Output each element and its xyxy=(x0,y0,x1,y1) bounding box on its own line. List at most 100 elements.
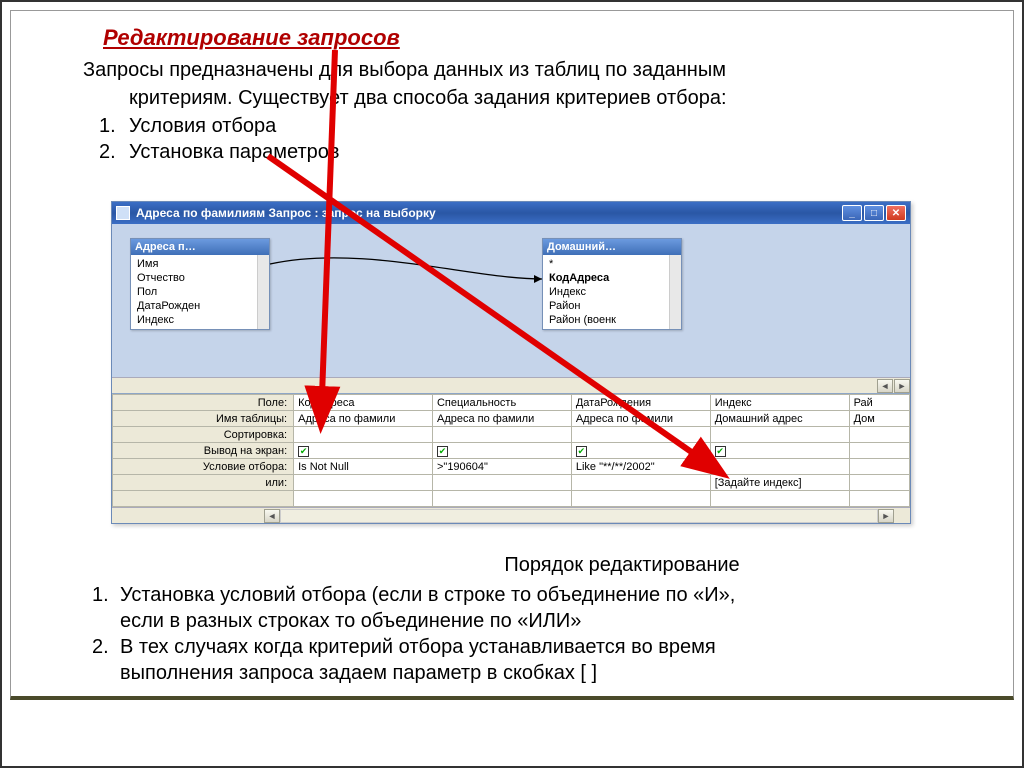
row-show: Вывод на экран: ✔ ✔ ✔ ✔ xyxy=(113,443,910,459)
grid-cell[interactable] xyxy=(710,427,849,443)
window-title: Адреса по фамилиям Запрос : запрос на вы… xyxy=(136,206,436,220)
row-field: Поле: КодАдреса Специальность ДатаРожден… xyxy=(113,395,910,411)
grid-cell[interactable] xyxy=(432,427,571,443)
grid-cell[interactable] xyxy=(710,459,849,475)
grid-cell-show[interactable]: ✔ xyxy=(710,443,849,459)
footer-item2a: В тех случаях когда критерий отбора уста… xyxy=(120,634,716,660)
checkbox-icon[interactable]: ✔ xyxy=(715,446,726,457)
grid-cell[interactable] xyxy=(849,459,909,475)
row-empty xyxy=(113,491,910,507)
grid-cell[interactable]: Is Not Null xyxy=(294,459,433,475)
window-titlebar[interactable]: Адреса по фамилиям Запрос : запрос на вы… xyxy=(112,202,910,224)
minimize-button[interactable]: _ xyxy=(842,205,862,221)
scroll-left-icon[interactable]: ◄ xyxy=(264,509,280,523)
grid-cell[interactable] xyxy=(294,475,433,491)
footer-item1a: Установка условий отбора (если в строке … xyxy=(120,582,735,608)
scrollbar[interactable] xyxy=(257,255,269,329)
grid-cell[interactable]: Дом xyxy=(849,411,909,427)
table-left-caption: Адреса п… xyxy=(135,241,196,253)
field-item[interactable]: Район (военк xyxy=(543,313,669,327)
field-item[interactable]: КодАдреса xyxy=(543,271,669,285)
checkbox-icon[interactable]: ✔ xyxy=(298,446,309,457)
grid-cell[interactable]: >"190604" xyxy=(432,459,571,475)
row-or: или: [Задайте индекс] xyxy=(113,475,910,491)
grid-cell[interactable] xyxy=(294,491,433,507)
grid-cell[interactable] xyxy=(432,475,571,491)
scroll-track[interactable] xyxy=(280,509,878,523)
grid-cell[interactable] xyxy=(849,427,909,443)
grid-cell[interactable]: [Задайте индекс] xyxy=(710,475,849,491)
grid-label-sort: Сортировка: xyxy=(113,427,294,443)
num-2: 2. xyxy=(99,139,119,165)
footer-item1: 1. Установка условий отбора (если в стро… xyxy=(62,582,982,608)
table-box-right[interactable]: Домашний… * КодАдреса Индекс Район Район… xyxy=(542,238,682,330)
grid-label-field: Поле: xyxy=(113,395,294,411)
intro-text: Запросы предназначены для выбора данных … xyxy=(11,57,1013,165)
window-icon xyxy=(116,206,130,220)
grid-cell[interactable]: Специальность xyxy=(432,395,571,411)
footer-subtitle: Порядок редактирование xyxy=(62,552,982,578)
intro-item2: 2. Установка параметров xyxy=(83,139,973,165)
grid-cell[interactable] xyxy=(571,427,710,443)
intro-item1: 1. Условия отбора xyxy=(83,113,973,139)
row-criteria: Условие отбора: Is Not Null >"190604" Li… xyxy=(113,459,910,475)
grid-cell[interactable] xyxy=(571,491,710,507)
grid-cell[interactable]: Индекс xyxy=(710,395,849,411)
field-item[interactable]: Отчество xyxy=(131,271,257,285)
intro-p2: критериям. Существует два способа задани… xyxy=(83,85,973,111)
grid-cell-show[interactable]: ✔ xyxy=(571,443,710,459)
field-item[interactable]: * xyxy=(543,257,669,271)
grid-cell-show[interactable]: ✔ xyxy=(294,443,433,459)
grid-label-empty xyxy=(113,491,294,507)
query-designer-top: Адреса п… Имя Отчество Пол ДатаРожден Ин… xyxy=(112,224,910,394)
grid-cell[interactable]: Адреса по фамили xyxy=(571,411,710,427)
scroll-right-icon[interactable]: ► xyxy=(894,379,910,393)
grid-cell[interactable] xyxy=(849,491,909,507)
field-item[interactable]: ДатаРожден xyxy=(131,299,257,313)
bottom-hscroll[interactable]: ◄ ► xyxy=(112,507,910,523)
footer-item2b: выполнения запроса задаем параметр в ско… xyxy=(62,660,982,686)
grid-cell[interactable]: КодАдреса xyxy=(294,395,433,411)
num-2: 2. xyxy=(92,634,120,660)
table-left-fields[interactable]: Имя Отчество Пол ДатаРожден Индекс xyxy=(131,255,257,329)
grid-cell-show[interactable]: ✔ xyxy=(432,443,571,459)
grid-label-show: Вывод на экран: xyxy=(113,443,294,459)
table-box-left-title[interactable]: Адреса п… xyxy=(131,239,269,255)
field-item[interactable]: Район xyxy=(543,299,669,313)
grid-cell[interactable] xyxy=(710,491,849,507)
row-table: Имя таблицы: Адреса по фамили Адреса по … xyxy=(113,411,910,427)
grid-cell[interactable]: Адреса по фамили xyxy=(432,411,571,427)
scroll-left-icon[interactable]: ◄ xyxy=(877,379,893,393)
field-item[interactable]: Пол xyxy=(131,285,257,299)
grid-label-table: Имя таблицы: xyxy=(113,411,294,427)
slide-heading: Редактирование запросов xyxy=(11,11,1013,57)
field-item[interactable]: Индекс xyxy=(543,285,669,299)
grid-cell[interactable] xyxy=(849,475,909,491)
checkbox-icon[interactable]: ✔ xyxy=(576,446,587,457)
grid-cell[interactable] xyxy=(294,427,433,443)
close-button[interactable]: ✕ xyxy=(886,205,906,221)
table-right-caption: Домашний… xyxy=(547,241,616,253)
query-window-screenshot: Адреса по фамилиям Запрос : запрос на вы… xyxy=(111,201,911,524)
scrollbar[interactable] xyxy=(669,255,681,329)
grid-label-or: или: xyxy=(113,475,294,491)
query-grid[interactable]: Поле: КодАдреса Специальность ДатаРожден… xyxy=(112,394,910,523)
field-item[interactable]: Имя xyxy=(131,257,257,271)
intro-item1-text: Условия отбора xyxy=(129,113,276,139)
grid-cell[interactable]: Like "**/**/2002" xyxy=(571,459,710,475)
grid-cell[interactable]: Рай xyxy=(849,395,909,411)
checkbox-icon[interactable]: ✔ xyxy=(437,446,448,457)
grid-cell[interactable]: ДатаРождения xyxy=(571,395,710,411)
table-right-fields[interactable]: * КодАдреса Индекс Район Район (военк xyxy=(543,255,669,329)
table-box-left[interactable]: Адреса п… Имя Отчество Пол ДатаРожден Ин… xyxy=(130,238,270,330)
table-box-right-title[interactable]: Домашний… xyxy=(543,239,681,255)
grid-cell[interactable] xyxy=(571,475,710,491)
field-item[interactable]: Индекс xyxy=(131,313,257,327)
top-hscroll[interactable]: ◄ ► xyxy=(112,377,910,393)
grid-cell-show[interactable] xyxy=(849,443,909,459)
maximize-button[interactable]: □ xyxy=(864,205,884,221)
grid-cell[interactable]: Домашний адрес xyxy=(710,411,849,427)
grid-cell[interactable] xyxy=(432,491,571,507)
grid-cell[interactable]: Адреса по фамили xyxy=(294,411,433,427)
scroll-right-icon[interactable]: ► xyxy=(878,509,894,523)
